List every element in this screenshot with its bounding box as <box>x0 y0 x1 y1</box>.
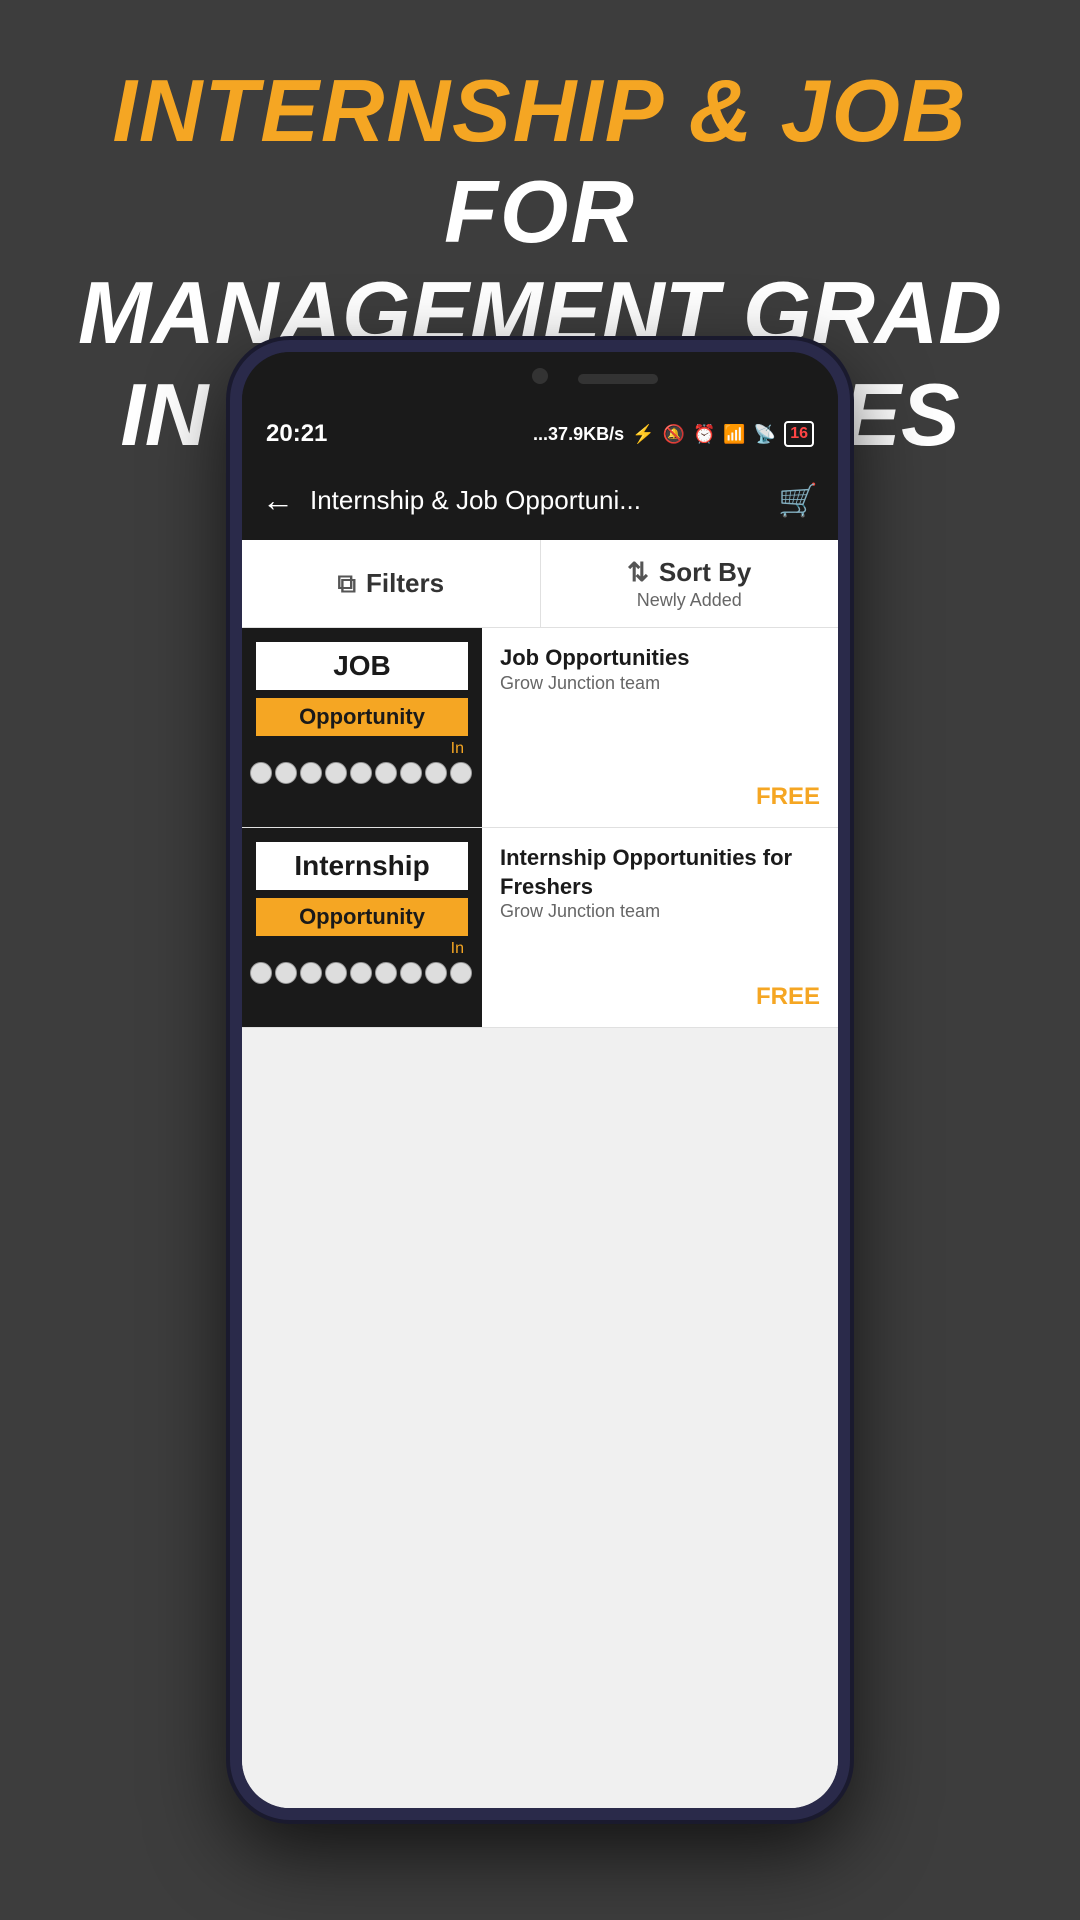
logo-circle <box>375 962 397 984</box>
app-bar-title: Internship & Job Opportuni... <box>310 485 762 516</box>
course-thumbnail-2: Internship Opportunity In <box>242 828 482 1027</box>
logo-circle <box>275 762 297 784</box>
logo-circle <box>450 762 472 784</box>
sort-label: Sort By <box>659 557 751 588</box>
thumb-job-text-2: Internship <box>266 850 458 882</box>
course-info-2: Internship Opportunities for Freshers Gr… <box>482 828 838 1027</box>
network-speed: ...37.9KB/s <box>533 424 624 445</box>
logo-circle <box>375 762 397 784</box>
course-item[interactable]: JOB Opportunity In <box>242 628 838 828</box>
filter-icon: ⧉ <box>337 568 356 600</box>
phone-screen: ← Internship & Job Opportuni... 🛒 ⧉ Filt… <box>242 460 838 1808</box>
course-price-2: FREE <box>500 983 820 1011</box>
logo-circle <box>250 762 272 784</box>
logo-circle <box>425 762 447 784</box>
logo-circle <box>300 762 322 784</box>
thumb-opp-text-2: Opportunity <box>266 904 458 930</box>
phone-frame: 20:21 ...37.9KB/s ⚡ 🔕 ⏰ 📶 📡 16 ← Interns… <box>230 340 850 1820</box>
filter-label: Filters <box>366 568 444 599</box>
status-bar: 20:21 ...37.9KB/s ⚡ 🔕 ⏰ 📶 📡 16 <box>242 408 838 460</box>
logo-circle <box>275 962 297 984</box>
camera <box>532 368 548 384</box>
empty-space <box>242 1028 838 1808</box>
course-price-1: FREE <box>500 783 820 811</box>
logo-circle <box>400 962 422 984</box>
course-item[interactable]: Internship Opportunity In <box>242 828 838 1028</box>
logo-circle <box>425 962 447 984</box>
sort-icon: ⇅ <box>627 557 649 588</box>
course-title-2: Internship Opportunities for Freshers <box>500 844 820 901</box>
status-time: 20:21 <box>266 420 327 448</box>
logo-circle <box>325 962 347 984</box>
status-right: ...37.9KB/s ⚡ 🔕 ⏰ 📶 📡 16 <box>533 421 814 447</box>
battery-level: 16 <box>784 421 814 447</box>
filter-sort-bar: ⧉ Filters ⇅ Sort By Newly Added <box>242 540 838 628</box>
header-orange-text: INTERNSHIP & JOB <box>112 61 967 160</box>
cart-icon[interactable]: 🛒 <box>778 481 818 519</box>
course-list: JOB Opportunity In <box>242 628 838 1028</box>
sort-sub-label: Newly Added <box>637 590 742 611</box>
thumb-job-text-1: JOB <box>266 650 458 682</box>
sort-button[interactable]: ⇅ Sort By Newly Added <box>541 540 839 627</box>
course-info-1: Job Opportunities Grow Junction team FRE… <box>482 628 838 827</box>
logo-circle <box>450 962 472 984</box>
thumb-logos-1 <box>242 762 482 784</box>
app-bar: ← Internship & Job Opportuni... 🛒 <box>242 460 838 540</box>
logo-circle <box>350 762 372 784</box>
filter-button[interactable]: ⧉ Filters <box>242 540 541 627</box>
header-white-text: FOR <box>444 162 636 261</box>
mute-icon: 🔕 <box>663 424 685 445</box>
course-thumbnail-1: JOB Opportunity In <box>242 628 482 827</box>
logo-circle <box>400 762 422 784</box>
thumb-logos-2 <box>242 962 482 984</box>
signal-icon: 📶 <box>723 424 745 445</box>
course-author-1: Grow Junction team <box>500 673 820 694</box>
bluetooth-icon: ⚡ <box>632 424 654 445</box>
logo-circle <box>250 962 272 984</box>
logo-circle <box>325 762 347 784</box>
logo-circle <box>300 962 322 984</box>
thumb-in-2: In <box>242 940 464 958</box>
course-title-1: Job Opportunities <box>500 644 820 673</box>
header-line1: INTERNSHIP & JOB FOR <box>40 60 1040 262</box>
logo-circle <box>350 962 372 984</box>
course-author-2: Grow Junction team <box>500 901 820 922</box>
wifi-icon: 📡 <box>754 424 776 445</box>
back-button[interactable]: ← <box>262 482 294 519</box>
alarm-icon: ⏰ <box>693 424 715 445</box>
thumb-opp-text-1: Opportunity <box>266 704 458 730</box>
thumb-in-1: In <box>242 740 464 758</box>
phone-top-bar <box>242 352 838 408</box>
speaker <box>578 374 658 384</box>
